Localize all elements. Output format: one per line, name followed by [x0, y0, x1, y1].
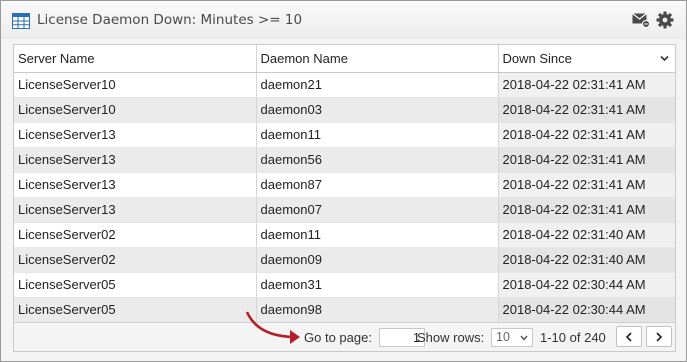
- column-header-down-since[interactable]: Down Since: [498, 45, 675, 73]
- panel-title: License Daemon Down: Minutes >= 10: [37, 12, 303, 28]
- cell-server-name: LicenseServer02: [14, 222, 257, 248]
- gear-icon[interactable]: [656, 11, 674, 29]
- cell-server-name: LicenseServer10: [14, 72, 257, 98]
- chevron-right-icon: [656, 332, 663, 342]
- cell-server-name: LicenseServer05: [14, 297, 257, 323]
- panel-header: License Daemon Down: Minutes >= 10: [1, 1, 686, 39]
- rows-per-page-value: 10: [496, 330, 510, 344]
- cell-daemon-name: daemon87: [256, 172, 499, 198]
- cell-daemon-name: daemon03: [256, 97, 499, 123]
- cell-server-name: LicenseServer13: [14, 197, 257, 223]
- cell-down-since: 2018-04-22 02:30:44 AM: [498, 272, 675, 298]
- chevron-left-icon: [625, 332, 632, 342]
- cell-server-name: LicenseServer02: [14, 247, 257, 273]
- mail-icon[interactable]: [632, 12, 650, 28]
- cell-server-name: LicenseServer13: [14, 147, 257, 173]
- chevron-down-icon[interactable]: [660, 55, 669, 62]
- cell-daemon-name: daemon09: [256, 247, 499, 273]
- cell-daemon-name: daemon11: [256, 122, 499, 148]
- cell-daemon-name: daemon31: [256, 272, 499, 298]
- table-row[interactable]: LicenseServer05 daemon31 2018-04-22 02:30:…: [14, 272, 675, 298]
- chevron-down-icon: [520, 335, 528, 341]
- column-header-daemon-name[interactable]: Daemon Name: [256, 45, 499, 73]
- table-row[interactable]: LicenseServer02 daemon09 2018-04-22 02:31:…: [14, 247, 675, 273]
- license-table: Server Name Daemon Name Down Since Licen…: [14, 45, 675, 323]
- table-row[interactable]: LicenseServer10 daemon21 2018-04-22 02:31:…: [14, 72, 675, 98]
- page-range-text: 1-10 of 240: [540, 330, 606, 345]
- cell-down-since: 2018-04-22 02:31:41 AM: [498, 147, 675, 173]
- show-rows-label: Show rows:: [417, 330, 485, 345]
- cell-daemon-name: daemon11: [256, 222, 499, 248]
- table-row[interactable]: LicenseServer05 daemon98 2018-04-22 02:30:…: [14, 297, 675, 323]
- cell-daemon-name: daemon56: [256, 147, 499, 173]
- table-row[interactable]: LicenseServer13 daemon07 2018-04-22 02:31:…: [14, 197, 675, 223]
- widget-panel: License Daemon Down: Minutes >= 10 Serve…: [0, 0, 687, 362]
- cell-down-since: 2018-04-22 02:31:41 AM: [498, 172, 675, 198]
- cell-down-since: 2018-04-22 02:30:44 AM: [498, 297, 675, 323]
- column-header-server-name[interactable]: Server Name: [14, 45, 257, 73]
- cell-down-since: 2018-04-22 02:31:40 AM: [498, 222, 675, 248]
- annotation-arrow-icon: [245, 311, 300, 344]
- next-page-button[interactable]: [646, 326, 672, 347]
- table-icon: [12, 13, 30, 29]
- cell-down-since: 2018-04-22 02:31:41 AM: [498, 97, 675, 123]
- table-row[interactable]: LicenseServer02 daemon11 2018-04-22 02:31:…: [14, 222, 675, 248]
- column-header-down-since-label: Down Since: [502, 50, 572, 66]
- rows-per-page-select[interactable]: 10: [491, 328, 533, 347]
- cell-daemon-name: daemon21: [256, 72, 499, 98]
- cell-server-name: LicenseServer13: [14, 172, 257, 198]
- table-row[interactable]: LicenseServer13 daemon56 2018-04-22 02:31:…: [14, 147, 675, 173]
- previous-page-button[interactable]: [616, 326, 642, 347]
- table-row[interactable]: LicenseServer13 daemon87 2018-04-22 02:31:…: [14, 172, 675, 198]
- goto-page-label: Go to page:: [304, 330, 372, 345]
- data-grid: Server Name Daemon Name Down Since Licen…: [13, 44, 676, 352]
- header-row: Server Name Daemon Name Down Since: [14, 45, 675, 73]
- cell-server-name: LicenseServer05: [14, 272, 257, 298]
- cell-server-name: LicenseServer10: [14, 97, 257, 123]
- cell-down-since: 2018-04-22 02:31:40 AM: [498, 247, 675, 273]
- cell-server-name: LicenseServer13: [14, 122, 257, 148]
- table-row[interactable]: LicenseServer13 daemon11 2018-04-22 02:31:…: [14, 122, 675, 148]
- cell-daemon-name: daemon07: [256, 197, 499, 223]
- table-row[interactable]: LicenseServer10 daemon03 2018-04-22 02:31:…: [14, 97, 675, 123]
- cell-down-since: 2018-04-22 02:31:41 AM: [498, 122, 675, 148]
- cell-down-since: 2018-04-22 02:31:41 AM: [498, 72, 675, 98]
- pagination-bar: Go to page: Show rows: 10 1-10 of 240: [13, 322, 676, 352]
- cell-down-since: 2018-04-22 02:31:41 AM: [498, 197, 675, 223]
